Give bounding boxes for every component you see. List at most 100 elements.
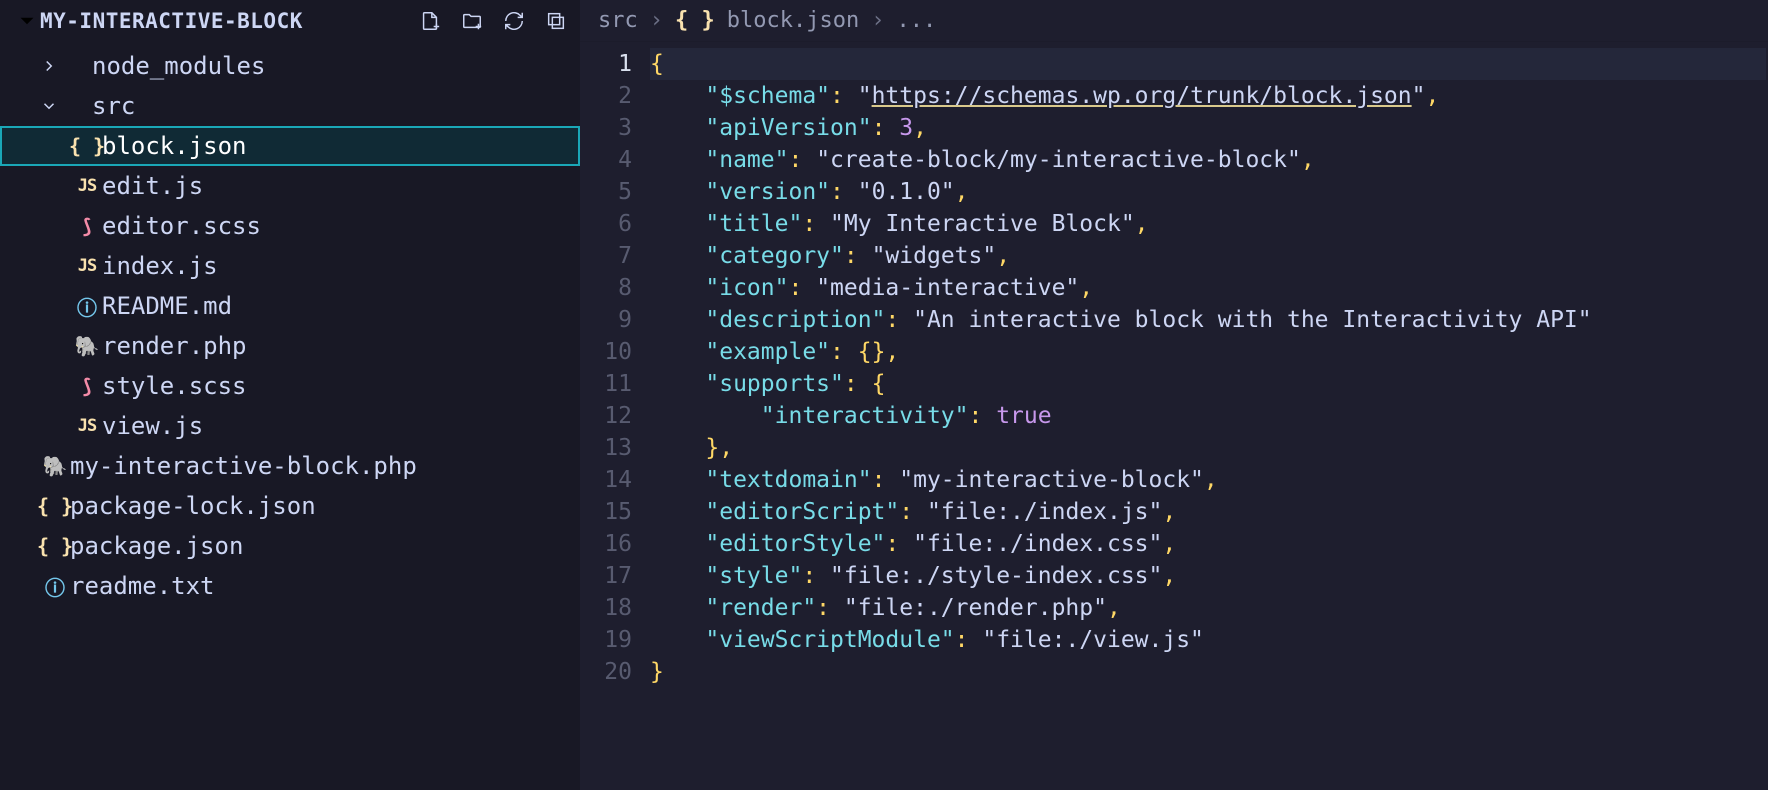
line-number: 4 (580, 144, 632, 176)
new-file-icon[interactable] (416, 7, 444, 35)
file-label: README.md (102, 292, 232, 320)
breadcrumb-separator: › (871, 8, 884, 33)
file-label: style.scss (102, 372, 247, 400)
code-line[interactable]: "version": "0.1.0", (650, 176, 1768, 208)
file-label: node_modules (92, 52, 265, 80)
file-label: readme.txt (70, 572, 215, 600)
line-number: 3 (580, 112, 632, 144)
code-line[interactable]: "example": {}, (650, 336, 1768, 368)
file-type-icon: 🐘 (72, 334, 102, 358)
code-line[interactable]: "name": "create-block/my-interactive-blo… (650, 144, 1768, 176)
code-line[interactable]: "editorScript": "file:./index.js", (650, 496, 1768, 528)
line-number: 8 (580, 272, 632, 304)
file-label: editor.scss (102, 212, 261, 240)
file-label: block.json (102, 132, 247, 160)
file-row[interactable]: { }package-lock.json (0, 486, 580, 526)
file-row[interactable]: 🐘my-interactive-block.php (0, 446, 580, 486)
file-label: src (92, 92, 135, 120)
explorer-sidebar: MY-INTERACTIVE-BLOCK node_modulessrc{ }b… (0, 0, 580, 790)
line-number: 18 (580, 592, 632, 624)
breadcrumb-separator: › (650, 8, 663, 33)
code-view[interactable]: 1234567891011121314151617181920 { "$sche… (580, 42, 1768, 790)
breadcrumb[interactable]: src › { } block.json › ... (580, 0, 1768, 42)
file-type-icon: ⓘ (72, 292, 102, 321)
file-row[interactable]: 🐘render.php (0, 326, 580, 366)
new-folder-icon[interactable] (458, 7, 486, 35)
line-number: 19 (580, 624, 632, 656)
file-type-icon: JS (72, 416, 102, 436)
code-line[interactable]: "style": "file:./style-index.css", (650, 560, 1768, 592)
line-number: 13 (580, 432, 632, 464)
explorer-title: MY-INTERACTIVE-BLOCK (40, 9, 416, 33)
file-type-icon: { } (72, 134, 102, 158)
editor-pane: src › { } block.json › ... 1234567891011… (580, 0, 1768, 790)
code-line[interactable]: "icon": "media-interactive", (650, 272, 1768, 304)
file-type-icon: ⟆ (72, 214, 102, 238)
line-number: 7 (580, 240, 632, 272)
line-number: 6 (580, 208, 632, 240)
code-line[interactable]: "textdomain": "my-interactive-block", (650, 464, 1768, 496)
file-row[interactable]: JSview.js (0, 406, 580, 446)
line-number: 15 (580, 496, 632, 528)
code-line[interactable]: "viewScriptModule": "file:./view.js" (650, 624, 1768, 656)
file-row[interactable]: { }package.json (0, 526, 580, 566)
file-type-icon: ⓘ (40, 572, 70, 601)
file-label: edit.js (102, 172, 203, 200)
file-type-icon: JS (72, 176, 102, 196)
breadcrumb-more[interactable]: ... (896, 8, 936, 33)
code-line[interactable]: "editorStyle": "file:./index.css", (650, 528, 1768, 560)
line-number: 9 (580, 304, 632, 336)
file-row[interactable]: JSindex.js (0, 246, 580, 286)
code-line[interactable]: }, (650, 432, 1768, 464)
breadcrumb-segment[interactable]: src (598, 8, 638, 33)
file-type-icon: { } (40, 534, 70, 558)
code-line[interactable]: "interactivity": true (650, 400, 1768, 432)
line-number: 11 (580, 368, 632, 400)
file-label: package-lock.json (70, 492, 316, 520)
code-line[interactable]: "apiVersion": 3, (650, 112, 1768, 144)
code-lines[interactable]: { "$schema": "https://schemas.wp.org/tru… (650, 42, 1768, 790)
code-line[interactable]: "supports": { (650, 368, 1768, 400)
file-label: view.js (102, 412, 203, 440)
folder-row[interactable]: src (0, 86, 580, 126)
refresh-icon[interactable] (500, 7, 528, 35)
file-tree: node_modulessrc{ }block.jsonJSedit.js⟆ed… (0, 42, 580, 606)
collapse-all-icon[interactable] (542, 7, 570, 35)
folder-row[interactable]: node_modules (0, 46, 580, 86)
file-label: index.js (102, 252, 218, 280)
file-row[interactable]: ⟆editor.scss (0, 206, 580, 246)
chevron-down-icon[interactable] (36, 97, 62, 115)
chevron-down-icon[interactable] (14, 8, 40, 34)
line-number-gutter: 1234567891011121314151617181920 (580, 42, 650, 790)
file-row[interactable]: ⟆style.scss (0, 366, 580, 406)
breadcrumb-segment[interactable]: block.json (727, 8, 859, 33)
line-number: 2 (580, 80, 632, 112)
file-label: render.php (102, 332, 247, 360)
code-line[interactable]: "title": "My Interactive Block", (650, 208, 1768, 240)
file-type-icon: 🐘 (40, 454, 70, 478)
file-type-icon: ⟆ (72, 374, 102, 398)
chevron-right-icon[interactable] (36, 57, 62, 75)
code-line[interactable]: } (650, 656, 1768, 688)
line-number: 1 (580, 48, 632, 80)
code-line[interactable]: "category": "widgets", (650, 240, 1768, 272)
file-row[interactable]: ⓘREADME.md (0, 286, 580, 326)
line-number: 17 (580, 560, 632, 592)
line-number: 16 (580, 528, 632, 560)
file-label: package.json (70, 532, 243, 560)
file-row[interactable]: ⓘreadme.txt (0, 566, 580, 606)
json-icon: { } (675, 8, 715, 33)
explorer-header: MY-INTERACTIVE-BLOCK (0, 0, 580, 42)
line-number: 10 (580, 336, 632, 368)
file-label: my-interactive-block.php (70, 452, 417, 480)
file-row[interactable]: { }block.json (0, 126, 580, 166)
line-number: 20 (580, 656, 632, 688)
code-line[interactable]: "description": "An interactive block wit… (650, 304, 1768, 336)
file-type-icon: JS (72, 256, 102, 276)
file-row[interactable]: JSedit.js (0, 166, 580, 206)
line-number: 5 (580, 176, 632, 208)
file-type-icon: { } (40, 494, 70, 518)
code-line[interactable]: "render": "file:./render.php", (650, 592, 1768, 624)
code-line[interactable]: { (650, 48, 1766, 80)
code-line[interactable]: "$schema": "https://schemas.wp.org/trunk… (650, 80, 1768, 112)
